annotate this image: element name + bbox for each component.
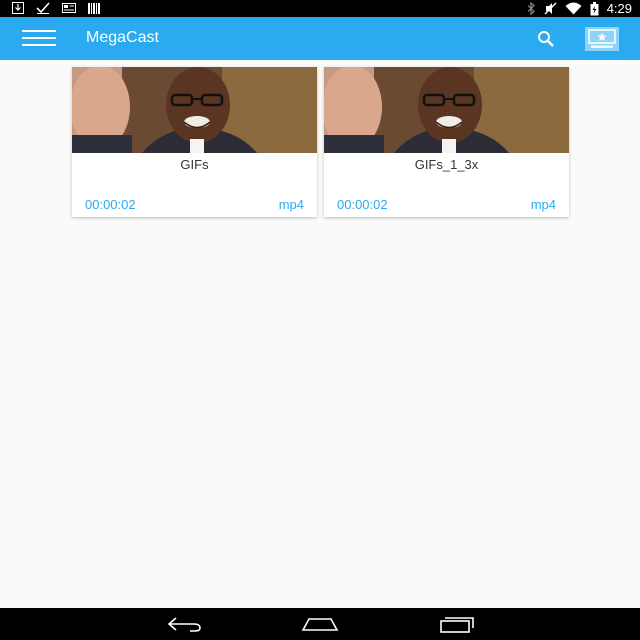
bluetooth-icon (527, 2, 535, 15)
status-system: 4:29 (526, 0, 632, 17)
news-icon (62, 3, 76, 13)
video-format: mp4 (278, 197, 304, 212)
video-title: GIFs (180, 157, 209, 172)
app-title: MegaCast (86, 29, 159, 46)
app-bar: MegaCast (0, 17, 640, 60)
screen: 4:29 MegaCast GIFs 00:00:02 mp4 GIFs_1_3… (0, 0, 640, 640)
premium-icon[interactable] (585, 27, 619, 51)
back-icon[interactable] (164, 614, 204, 634)
video-grid: GIFs 00:00:02 mp4 GIFs_1_3x 00:00:02 mp4 (0, 60, 640, 608)
video-card[interactable]: GIFs_1_3x 00:00:02 mp4 (324, 67, 569, 217)
check-icon (36, 2, 50, 14)
video-thumbnail (72, 67, 317, 153)
barcode-icon (88, 2, 100, 14)
video-card[interactable]: GIFs 00:00:02 mp4 (72, 67, 317, 217)
battery-icon (590, 1, 599, 15)
status-time: 4:29 (606, 1, 632, 16)
video-duration: 00:00:02 (337, 197, 388, 212)
wifi-icon (565, 2, 582, 15)
video-format: mp4 (530, 197, 556, 212)
video-duration: 00:00:02 (85, 197, 136, 212)
mute-icon (544, 2, 557, 15)
hamburger-menu-icon[interactable] (22, 30, 56, 48)
video-title: GIFs_1_3x (414, 157, 479, 172)
search-icon[interactable] (535, 28, 557, 50)
video-thumbnail (324, 67, 569, 153)
recent-apps-icon[interactable] (438, 614, 478, 634)
status-notifications (12, 2, 100, 14)
status-bar: 4:29 (0, 0, 640, 17)
home-icon[interactable] (300, 614, 340, 634)
navigation-bar (0, 608, 640, 640)
download-icon (12, 2, 24, 14)
